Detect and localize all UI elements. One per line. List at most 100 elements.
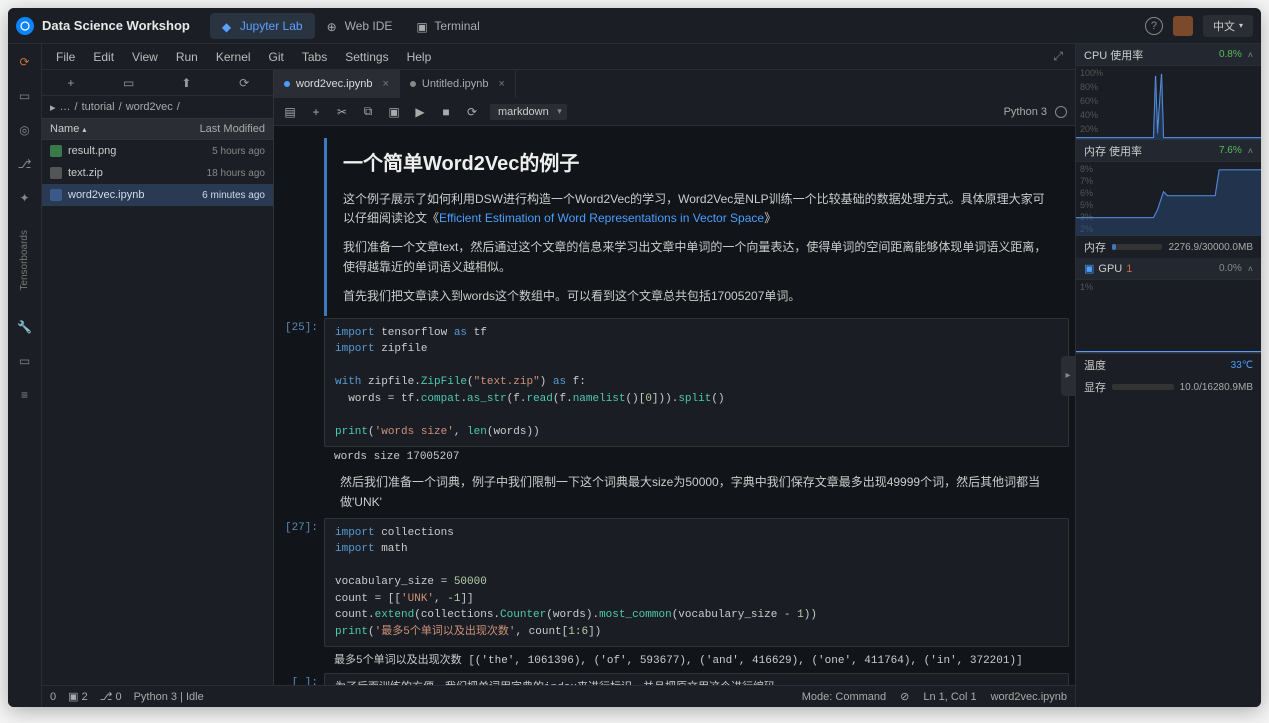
md-source[interactable]: 为了后面训练的方便，我们把单词用字典的index来进行标识，并且把原文用这个进行…: [324, 673, 1069, 685]
status-bell-icon[interactable]: ⊘: [900, 690, 909, 703]
editor-tab[interactable]: word2vec.ipynb ×: [274, 70, 400, 98]
file-toolbar: + ▭ ⬆ ⟳: [42, 70, 273, 96]
notebook-toolbar: ▤ + ✂ ⧉ ▣ ▶ ■ ⟳ markdown Python 3: [274, 98, 1075, 126]
editor-tabs: word2vec.ipynb × Untitled.ipynb ×: [274, 70, 1075, 98]
stop-icon[interactable]: ■: [438, 105, 454, 119]
gpu-header[interactable]: ▣ GPU 1 0.0% ˄: [1076, 258, 1261, 280]
language-label: 中文: [1213, 18, 1235, 34]
cell-type-select[interactable]: markdown: [490, 104, 567, 120]
collapse-right-panel-icon[interactable]: ▸: [1061, 356, 1075, 396]
globe-icon: ⊕: [327, 20, 339, 32]
puzzle-icon[interactable]: ✦: [17, 190, 33, 206]
refresh-icon[interactable]: ⟳: [17, 54, 33, 70]
code-input[interactable]: import collections import math vocabular…: [324, 518, 1069, 648]
status-bar: 0 ▣ 2 ⎇ 0 Python 3 | Idle Mode: Command …: [42, 685, 1075, 707]
run-icon[interactable]: ▶: [412, 105, 428, 119]
file-row[interactable]: text.zip 18 hours ago: [42, 162, 273, 184]
status-item[interactable]: 0: [50, 691, 56, 703]
upload-icon[interactable]: ⬆: [158, 76, 216, 90]
refresh-files-icon[interactable]: ⟳: [215, 76, 273, 90]
menu-settings[interactable]: Settings: [337, 47, 396, 67]
folder-icon[interactable]: ▭: [17, 88, 33, 104]
breadcrumb-seg[interactable]: tutorial: [82, 101, 115, 113]
menu-file[interactable]: File: [48, 47, 83, 67]
file-row[interactable]: word2vec.ipynb 6 minutes ago: [42, 184, 273, 206]
breadcrumb[interactable]: ▸ … / tutorial / word2vec /: [42, 96, 273, 118]
workspace-title: Data Science Workshop: [42, 18, 190, 33]
col-modified[interactable]: Last Modified: [200, 123, 265, 135]
chevron-down-icon: ▾: [1239, 21, 1243, 30]
file-row[interactable]: result.png 5 hours ago: [42, 140, 273, 162]
status-git[interactable]: ⎇ 0: [100, 690, 122, 703]
gpu-pct: 0.0%: [1219, 263, 1242, 274]
code-cell[interactable]: [27]: import collections import math voc…: [274, 518, 1069, 672]
paper-link[interactable]: Efficient Estimation of Word Representat…: [439, 211, 764, 225]
tensorboards-label[interactable]: Tensorboards: [19, 230, 30, 291]
copy-icon[interactable]: ⧉: [360, 104, 376, 119]
breadcrumb-seg[interactable]: …: [60, 101, 71, 113]
editor-tab[interactable]: Untitled.ipynb ×: [400, 70, 516, 98]
paste-icon[interactable]: ▣: [386, 105, 402, 119]
avatar[interactable]: [1173, 16, 1193, 36]
list-icon[interactable]: ≡: [17, 387, 33, 403]
top-tab-jupyter[interactable]: ◆ Jupyter Lab: [210, 13, 315, 39]
close-icon[interactable]: ×: [382, 78, 388, 90]
stat-value: 33℃: [1231, 360, 1253, 371]
file-modified: 18 hours ago: [207, 168, 265, 179]
menu-help[interactable]: Help: [399, 47, 440, 67]
memory-header[interactable]: 内存 使用率 7.6% ˄: [1076, 140, 1261, 162]
add-cell-icon[interactable]: +: [308, 105, 324, 119]
notebook-cells[interactable]: 一个简单Word2Vec的例子 这个例子展示了如何利用DSW进行构造一个Word…: [274, 126, 1075, 685]
markdown-cell[interactable]: [ ]: 为了后面训练的方便，我们把单词用字典的index来进行标识，并且把原文…: [274, 673, 1069, 685]
git-icon[interactable]: ⎇: [17, 156, 33, 172]
breadcrumb-seg[interactable]: word2vec: [126, 101, 173, 113]
activity-bar: ⟳ ▭ ◎ ⎇ ✦ Tensorboards 🔧 ▭ ≡: [8, 44, 42, 707]
menu-kernel[interactable]: Kernel: [208, 47, 259, 67]
gpumem-stat: 显存 10.0/16280.9MB: [1076, 376, 1261, 398]
memory-bar: [1112, 244, 1162, 250]
kernel-name[interactable]: Python 3: [1004, 106, 1047, 118]
panel-icon[interactable]: ▭: [17, 353, 33, 369]
markdown-cell[interactable]: 然后我们准备一个词典，例子中我们限制一下这个词典最大size为50000，字典中…: [274, 469, 1069, 515]
restart-icon[interactable]: ⟳: [464, 105, 480, 119]
memory-chart: 8% 7% 6% 5% 3% 2%: [1076, 162, 1261, 236]
sort-asc-icon: ▴: [82, 125, 86, 134]
top-tab-webide[interactable]: ⊕ Web IDE: [315, 13, 405, 39]
language-select[interactable]: 中文 ▾: [1203, 15, 1253, 37]
close-icon[interactable]: ×: [499, 78, 505, 90]
gpu-chart: 1%: [1076, 280, 1261, 354]
file-list-header: Name ▴ Last Modified: [42, 118, 273, 140]
kernel-status-icon[interactable]: [1055, 106, 1067, 118]
top-tab-label: Jupyter Lab: [240, 19, 303, 33]
chevron-up-icon: ˄: [1248, 50, 1253, 60]
markdown-cell[interactable]: 一个简单Word2Vec的例子 这个例子展示了如何利用DSW进行构造一个Word…: [274, 138, 1069, 316]
tab-label: Untitled.ipynb: [422, 78, 489, 90]
status-kernel[interactable]: Python 3 | Idle: [134, 691, 204, 703]
save-icon[interactable]: ▤: [282, 105, 298, 119]
file-modified: 5 hours ago: [212, 146, 265, 157]
notebook-file-icon: [50, 189, 62, 201]
target-icon[interactable]: ◎: [17, 122, 33, 138]
cut-icon[interactable]: ✂: [334, 105, 350, 119]
menu-view[interactable]: View: [124, 47, 166, 67]
expand-icon[interactable]: ⤢: [1047, 49, 1069, 64]
md-heading: 一个简单Word2Vec的例子: [343, 148, 1053, 180]
menu-edit[interactable]: Edit: [85, 47, 122, 67]
wrench-icon[interactable]: 🔧: [17, 319, 33, 335]
menu-run[interactable]: Run: [168, 47, 206, 67]
new-launcher-icon[interactable]: +: [42, 76, 100, 90]
code-input[interactable]: import tensorflow as tf import zipfile w…: [324, 318, 1069, 448]
menu-tabs[interactable]: Tabs: [294, 47, 335, 67]
section-title: GPU: [1098, 263, 1122, 275]
col-name[interactable]: Name ▴: [50, 123, 200, 135]
stat-value: 10.0/16280.9MB: [1180, 382, 1253, 393]
new-folder-icon[interactable]: ▭: [100, 76, 158, 90]
top-tab-terminal[interactable]: ▣ Terminal: [404, 13, 491, 39]
chevron-up-icon: ˄: [1248, 146, 1253, 156]
status-terminals[interactable]: ▣ 2: [68, 690, 88, 703]
help-icon[interactable]: ?: [1145, 17, 1163, 35]
cpu-header[interactable]: CPU 使用率 0.8% ˄: [1076, 44, 1261, 66]
code-cell[interactable]: [25]: import tensorflow as tf import zip…: [274, 318, 1069, 468]
menu-git[interactable]: Git: [261, 47, 292, 67]
stat-label: 温度: [1084, 357, 1106, 373]
